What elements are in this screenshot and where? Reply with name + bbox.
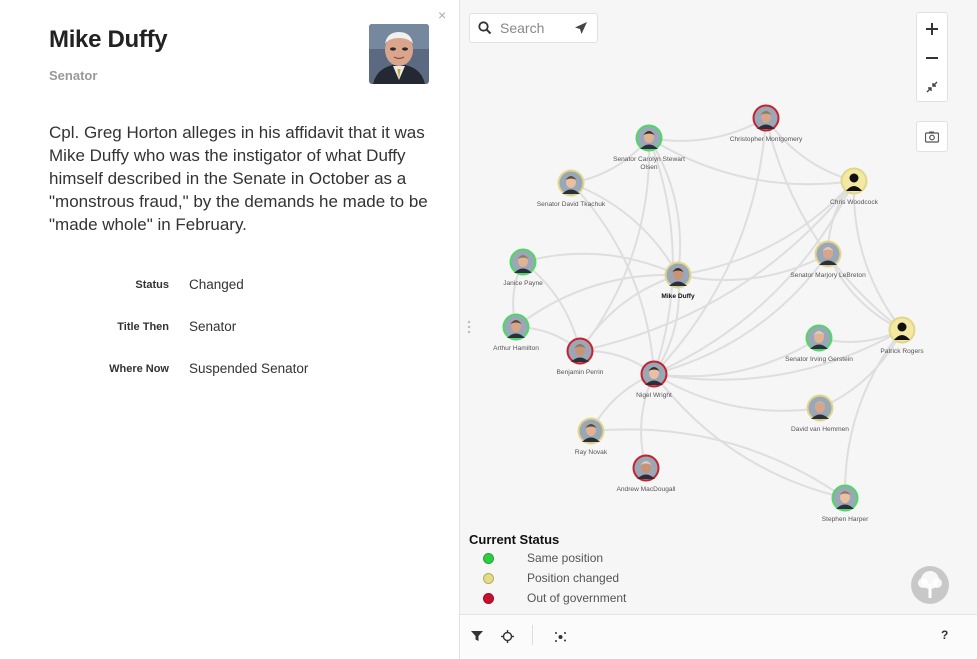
crosshair-icon <box>500 629 514 643</box>
search-box <box>469 13 598 43</box>
node-hemmen[interactable]: David van Hemmen <box>791 394 849 434</box>
field-row: Title Then Senator <box>0 318 459 360</box>
legend-title: Current Status <box>469 532 560 547</box>
filter-button[interactable] <box>468 627 486 645</box>
camera-icon <box>925 131 939 143</box>
node-label: Christopher Montgomery <box>730 136 803 143</box>
node-label: Ray Novak <box>575 449 608 456</box>
legend-swatch <box>483 553 494 564</box>
search-icon <box>478 21 492 35</box>
layout-button[interactable] <box>551 627 569 645</box>
node-label: Mike Duffy <box>661 293 695 300</box>
edge-line <box>579 137 651 352</box>
focus-button[interactable] <box>498 627 516 645</box>
node-label: Chris Woodcock <box>830 199 879 206</box>
zoom-out-button[interactable] <box>917 43 947 72</box>
node-perrin[interactable]: Benjamin Perrin <box>557 337 604 377</box>
zoom-in-button[interactable] <box>917 14 947 43</box>
node-novak[interactable]: Ray Novak <box>575 417 608 457</box>
bottom-toolbar: ? <box>460 614 977 659</box>
legend-swatch <box>483 573 494 584</box>
node-woodcock[interactable]: Chris Woodcock <box>830 167 879 207</box>
edge-line <box>522 252 679 276</box>
node-label: Senator Marjory LeBreton <box>790 272 866 279</box>
edge-line <box>827 253 903 331</box>
scatter-icon <box>554 631 566 642</box>
legend-label: Out of government <box>527 591 627 605</box>
node-duffy[interactable]: Mike Duffy <box>661 261 695 301</box>
person-silhouette-icon <box>897 322 907 332</box>
node-label: Senator David Tkachuk <box>537 201 606 208</box>
search-input[interactable] <box>500 19 570 37</box>
node-label: Benjamin Perrin <box>557 369 604 376</box>
help-button[interactable]: ? <box>941 628 948 642</box>
node-label: Stephen Harper <box>822 516 869 523</box>
legend-item: Out of government <box>469 587 626 607</box>
resize-handle-icon[interactable] <box>467 320 471 336</box>
node-label: Andrew MacDougall <box>616 486 676 493</box>
node-hamilton[interactable]: Arthur Hamilton <box>493 313 539 353</box>
network-graph[interactable]: Christopher Montgomery Senator Carolyn St… <box>460 0 977 614</box>
field-label: Title Then <box>117 321 169 333</box>
legend-item: Position changed <box>469 567 619 587</box>
screenshot-button[interactable] <box>916 121 948 152</box>
node-label: David van Hemmen <box>791 426 849 433</box>
plus-icon <box>926 22 938 35</box>
minus-icon <box>926 56 938 59</box>
node-gerstein[interactable]: Senator Irving Gerstein <box>785 324 853 364</box>
node-label: Olsen <box>640 164 658 171</box>
node-lebreton[interactable]: Senator Marjory LeBreton <box>790 240 866 280</box>
fit-view-button[interactable] <box>917 72 947 101</box>
detail-panel: × Mike Duffy Senator Cpl. Greg Horton al… <box>0 0 459 659</box>
field-label: Where Now <box>109 363 169 375</box>
node-label: Arthur Hamilton <box>493 345 539 352</box>
field-value: Senator <box>189 319 237 334</box>
edge-line <box>522 261 581 352</box>
person-role: Senator <box>49 68 98 83</box>
tree-logo-icon <box>911 566 949 604</box>
network-map[interactable]: Christopher Montgomery Senator Carolyn St… <box>459 0 977 659</box>
field-row: Where Now Suspended Senator <box>0 360 459 402</box>
node-label: Patrick Rogers <box>880 348 924 355</box>
field-label: Status <box>135 279 169 291</box>
field-value: Suspended Senator <box>189 361 309 376</box>
node-macdougall[interactable]: Andrew MacDougall <box>616 454 676 494</box>
node-label: Janice Payne <box>503 280 543 287</box>
zoom-controls <box>916 12 948 102</box>
legend-swatch <box>483 593 494 604</box>
node-montgomery[interactable]: Christopher Montgomery <box>730 104 803 144</box>
edge-line <box>648 137 674 375</box>
detail-fields: Status Changed Title Then Senator Where … <box>0 276 459 402</box>
close-button[interactable]: × <box>438 8 446 22</box>
app: × Mike Duffy Senator Cpl. Greg Horton al… <box>0 0 977 659</box>
node-label: Senator Carolyn Stewart <box>613 156 685 163</box>
node-olsen[interactable]: Senator Carolyn StewartOlsen <box>613 124 685 172</box>
legend-label: Position changed <box>527 571 620 585</box>
node-payne[interactable]: Janice Payne <box>503 248 543 288</box>
field-value: Changed <box>189 277 244 292</box>
legend-label: Same position <box>527 551 604 565</box>
node-label: Senator Irving Gerstein <box>785 356 853 363</box>
edge-line <box>843 329 903 499</box>
toolbar-divider <box>532 625 533 645</box>
person-silhouette-icon <box>849 173 859 183</box>
edge-line <box>640 373 655 469</box>
node-label: Nigel Wright <box>636 392 672 399</box>
legend: Current Status Same position Position ch… <box>469 532 626 607</box>
filter-icon <box>471 631 483 641</box>
legend-item: Same position <box>469 547 603 567</box>
locate-icon[interactable] <box>574 21 588 35</box>
edge-line <box>765 117 855 182</box>
person-description: Cpl. Greg Horton alleges in his affidavi… <box>49 123 428 234</box>
collapse-icon <box>926 81 938 92</box>
person-portrait <box>369 24 429 84</box>
person-name: Mike Duffy <box>49 26 168 53</box>
field-row: Status Changed <box>0 276 459 318</box>
node-harper[interactable]: Stephen Harper <box>822 484 869 524</box>
